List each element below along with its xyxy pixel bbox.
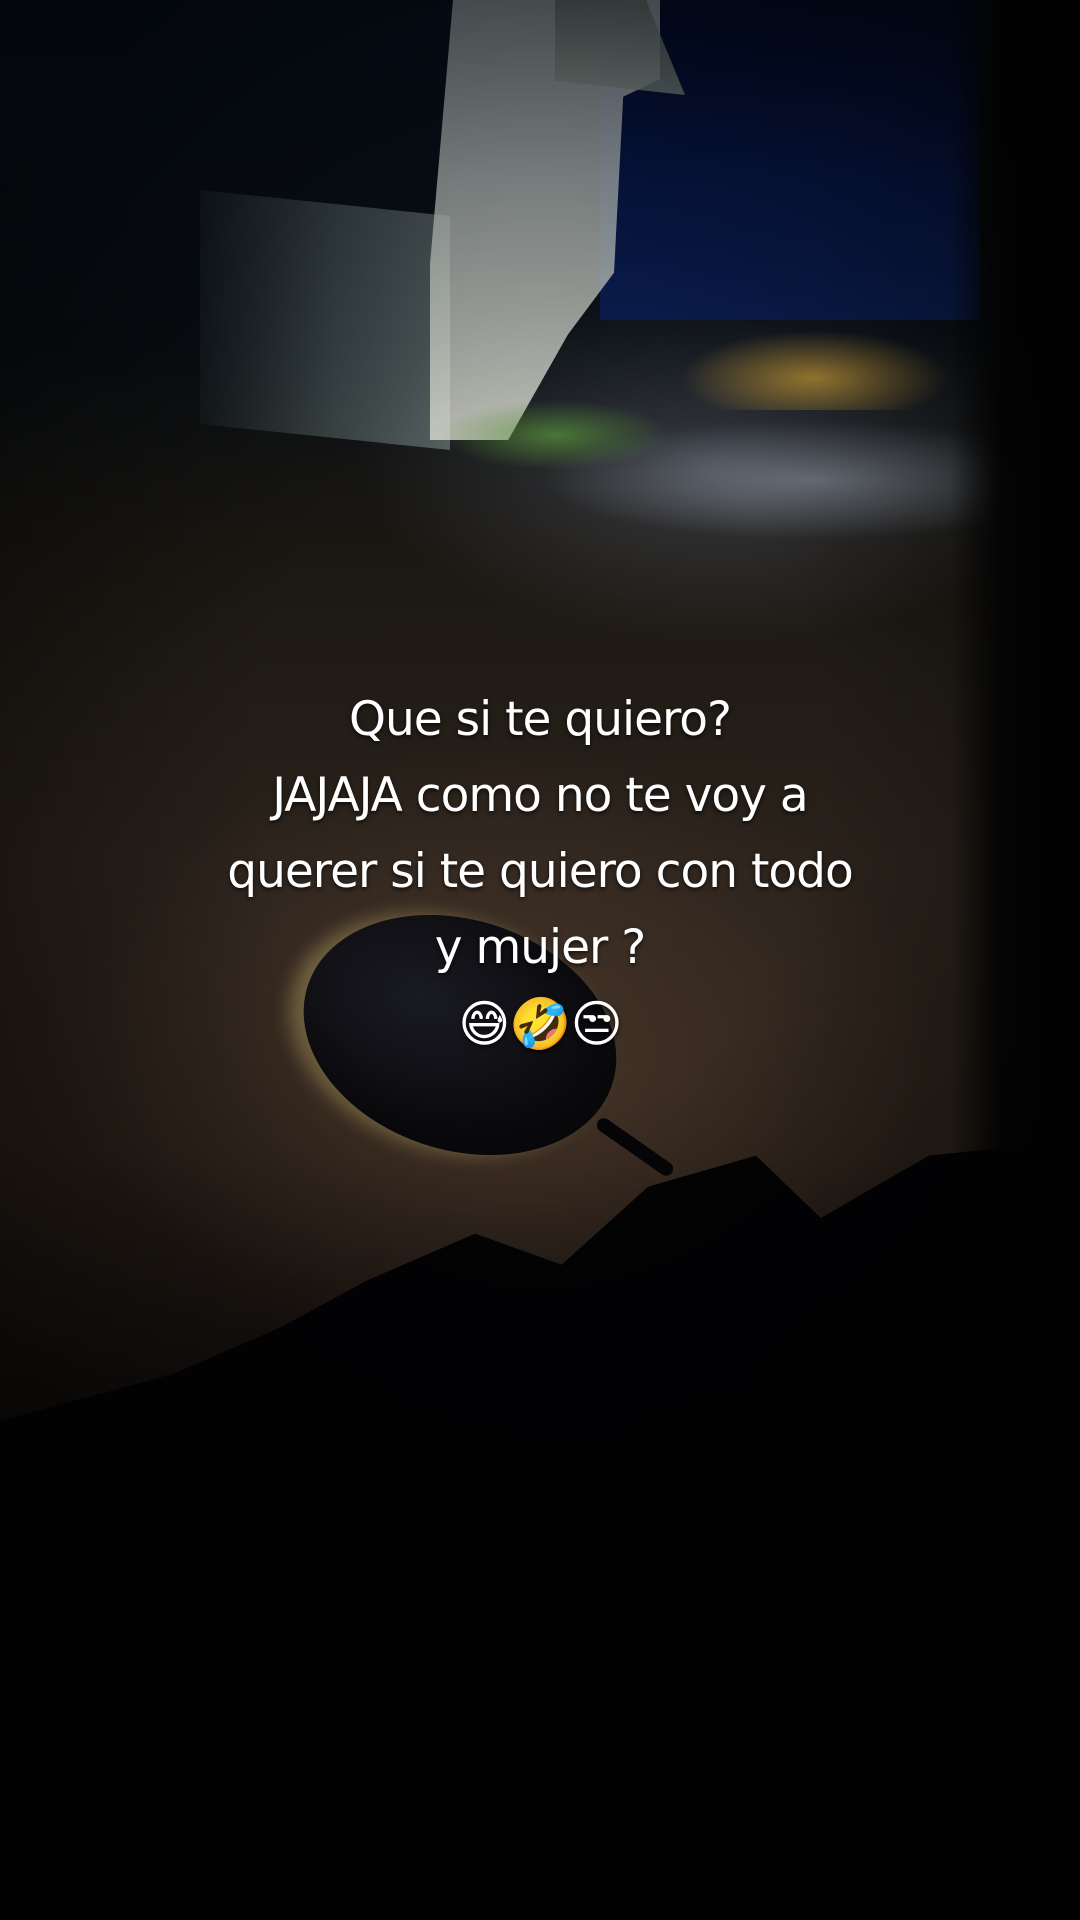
video-frame: Que si te quiero? JAJAJA como no te voy … [0,0,1080,1920]
caption-line-4: y mujer ? [434,920,647,975]
caption-line-2: JAJAJA como no te voy a [272,768,808,823]
caption-overlay: Que si te quiero? JAJAJA como no te voy … [140,682,940,1062]
caption-line-3: querer si te quiero con todo [227,844,853,899]
caption-emojis: 😅🤣😒 [458,995,623,1053]
caption-line-1: Que si te quiero? [349,692,732,747]
